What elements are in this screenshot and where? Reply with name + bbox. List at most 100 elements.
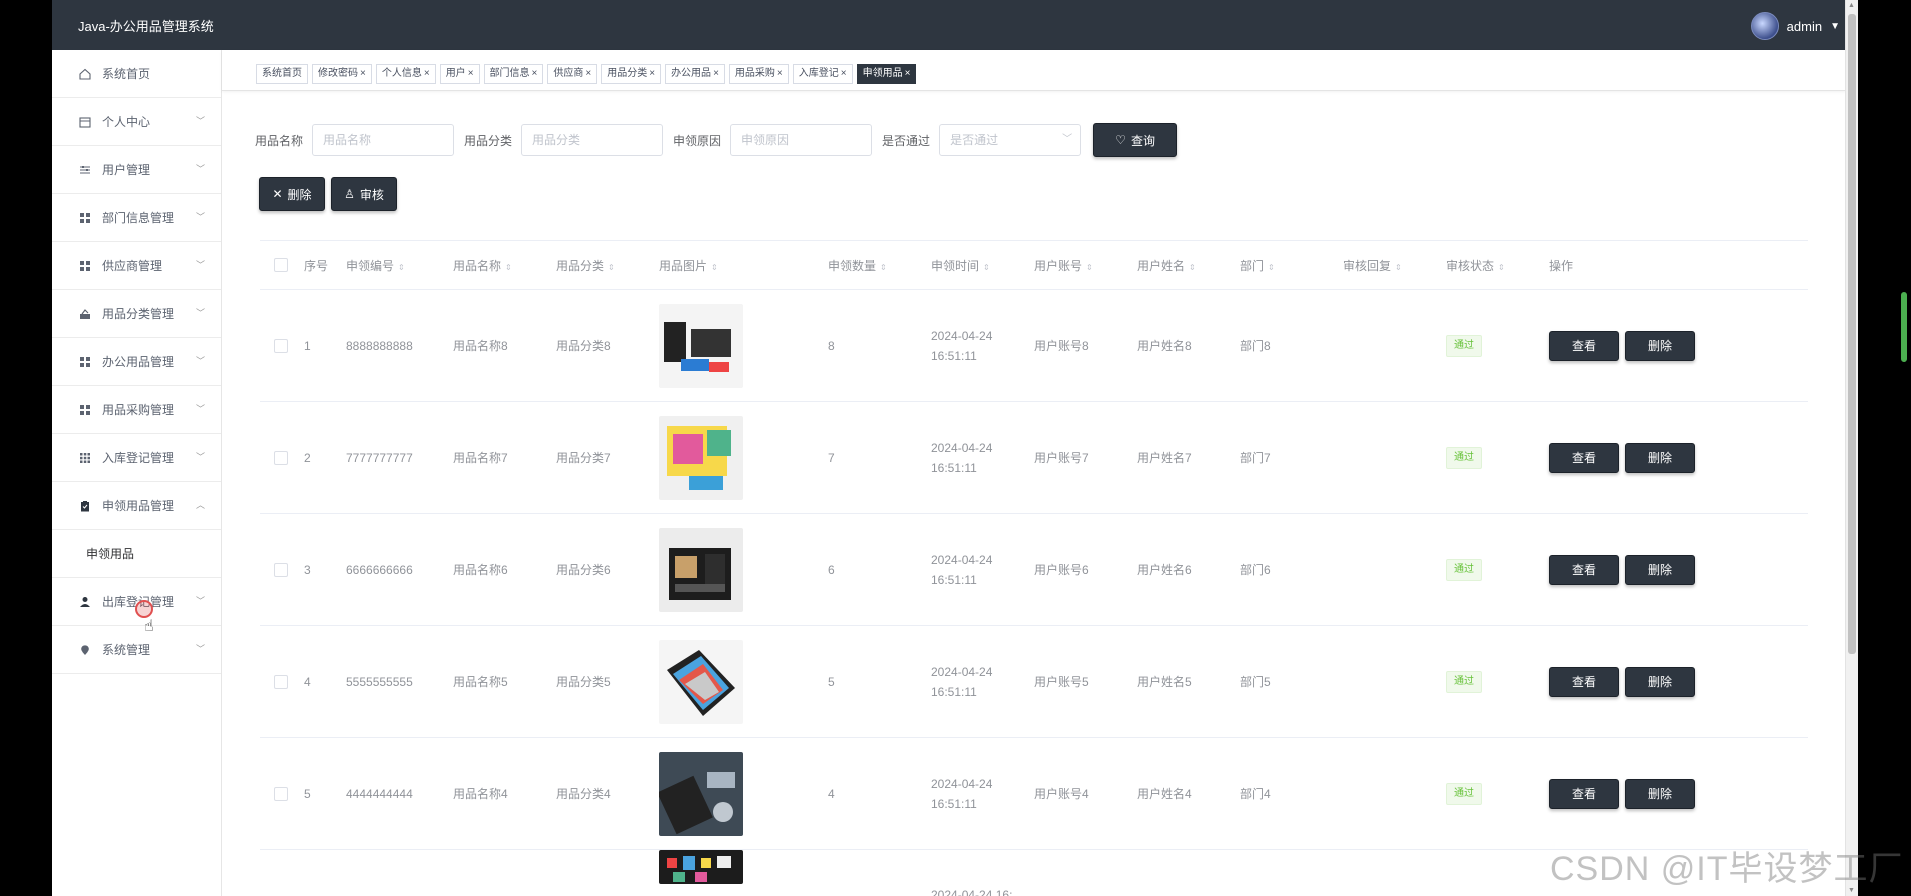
- close-icon[interactable]: ×: [468, 68, 474, 79]
- sort-icon[interactable]: ⇕: [1189, 263, 1196, 272]
- category-input[interactable]: 用品分类: [521, 124, 664, 156]
- header-account[interactable]: 用户账号 ⇕: [1034, 257, 1137, 274]
- sort-icon[interactable]: ⇕: [505, 263, 512, 272]
- tab-tag[interactable]: 部门信息 ×: [483, 64, 544, 84]
- close-icon[interactable]: ×: [649, 68, 655, 79]
- table-row: 3 6666666666 用品名称6 用品分类6 6 2024-04-24 16:51:1…: [260, 514, 1808, 626]
- reason-input[interactable]: 申领原因: [730, 124, 873, 156]
- tab-tag[interactable]: 入库登记 ×: [792, 64, 853, 84]
- sort-icon[interactable]: ⇕: [983, 263, 990, 272]
- view-button[interactable]: 查看: [1549, 778, 1619, 809]
- cell-name: 用品名称7: [453, 451, 508, 465]
- cell-code: 6666666666: [346, 562, 413, 577]
- scroll-up-icon[interactable]: ▲: [1848, 2, 1855, 9]
- cell-code: 8888888888: [346, 338, 413, 353]
- header-category[interactable]: 用品分类 ⇕: [556, 257, 659, 274]
- submenu-item-apply[interactable]: 申领用品: [52, 530, 221, 578]
- header-label: 用户账号: [1034, 258, 1083, 273]
- query-button-label: 查询: [1130, 133, 1155, 148]
- view-button[interactable]: 查看: [1549, 330, 1619, 361]
- sidebar-item[interactable]: 用户管理 ﹀: [52, 146, 221, 194]
- sidebar-item[interactable]: 供应商管理 ﹀: [52, 242, 221, 290]
- name-input[interactable]: 用品名称: [312, 124, 455, 156]
- sort-icon[interactable]: ⇕: [1395, 263, 1402, 272]
- header-code[interactable]: 申领编号 ⇕: [346, 257, 453, 274]
- delete-button[interactable]: 删除: [1625, 666, 1695, 697]
- tab-tag[interactable]: 系统首页: [256, 64, 308, 84]
- page-scrollbar[interactable]: ▲ ▼: [1845, 0, 1858, 896]
- view-button[interactable]: 查看: [1549, 442, 1619, 473]
- cell-seq: 4: [304, 674, 311, 689]
- header-user[interactable]: 用户姓名 ⇕: [1137, 257, 1240, 274]
- sidebar-item-label: 入库登记管理: [102, 451, 175, 465]
- view-button[interactable]: 查看: [1549, 666, 1619, 697]
- sidebar-item-label: 用户管理: [102, 163, 151, 177]
- pass-select[interactable]: 是否通过 ﹀: [939, 124, 1082, 156]
- sort-icon[interactable]: ⇕: [1268, 263, 1275, 272]
- user-menu[interactable]: admin ▼: [1750, 12, 1840, 40]
- sort-icon[interactable]: ⇕: [1498, 263, 1505, 272]
- cell-time: 2024-04-24 16:51:11: [931, 774, 1034, 814]
- sidebar-item[interactable]: 申领用品管理 ︿: [52, 482, 221, 530]
- batch-delete-button[interactable]: ✕ 删除: [259, 177, 325, 211]
- sidebar-item[interactable]: 系统首页: [52, 50, 221, 98]
- cell-dept: 部门8: [1240, 339, 1271, 353]
- chart-icon: [78, 307, 92, 321]
- row-checkbox[interactable]: [274, 674, 288, 689]
- row-checkbox[interactable]: [274, 450, 288, 465]
- header-qty[interactable]: 申领数量 ⇕: [828, 257, 931, 274]
- delete-button[interactable]: 删除: [1625, 330, 1695, 361]
- sidebar-item[interactable]: 入库登记管理 ﹀: [52, 434, 221, 482]
- delete-button[interactable]: 删除: [1625, 554, 1695, 585]
- status-badge: 通过: [1446, 446, 1482, 469]
- sort-icon[interactable]: ⇕: [880, 263, 887, 272]
- tab-tag[interactable]: 用户 ×: [439, 64, 480, 84]
- tab-tag[interactable]: 供应商 ×: [547, 64, 598, 84]
- main-content: 系统首页 修改密码 × 个人信息 × 用户 × 部门信息 × 供应商 × 用品分类 × 办公用品 × 用品采购…: [222, 50, 1846, 896]
- header-dept[interactable]: 部门 ⇕: [1240, 257, 1343, 274]
- tab-tag[interactable]: 个人信息 ×: [375, 64, 436, 84]
- sidebar-item[interactable]: 个人中心 ﹀: [52, 98, 221, 146]
- sidebar-item[interactable]: 用品分类管理 ﹀: [52, 290, 221, 338]
- select-all-checkbox[interactable]: [274, 258, 288, 272]
- tab-tag[interactable]: 用品分类 ×: [601, 64, 662, 84]
- audit-button[interactable]: ♙ 审核: [331, 177, 397, 211]
- sort-icon[interactable]: ⇕: [1086, 263, 1093, 272]
- tab-tag[interactable]: 申领用品 ×: [856, 64, 917, 84]
- row-checkbox[interactable]: [274, 338, 288, 353]
- row-checkbox[interactable]: [274, 562, 288, 577]
- header-reply[interactable]: 审核回复 ⇕: [1343, 257, 1446, 274]
- close-icon[interactable]: ×: [777, 68, 783, 79]
- close-icon[interactable]: ×: [424, 68, 430, 79]
- sort-icon[interactable]: ⇕: [608, 263, 615, 272]
- close-icon[interactable]: ×: [905, 68, 911, 79]
- tab-tag[interactable]: 办公用品 ×: [665, 64, 725, 84]
- header-status[interactable]: 审核状态 ⇕: [1446, 257, 1549, 274]
- tab-tag[interactable]: 用品采购 ×: [728, 64, 789, 84]
- header-name[interactable]: 用品名称 ⇕: [453, 257, 556, 274]
- view-button[interactable]: 查看: [1549, 554, 1619, 585]
- close-icon[interactable]: ×: [585, 68, 591, 79]
- header-time[interactable]: 申领时间 ⇕: [931, 257, 1034, 274]
- sidebar-item[interactable]: 办公用品管理 ﹀: [52, 338, 221, 386]
- delete-button[interactable]: 删除: [1625, 778, 1695, 809]
- close-icon[interactable]: ×: [713, 68, 719, 79]
- header-image[interactable]: 用品图片 ⇕: [659, 257, 828, 274]
- close-icon[interactable]: ×: [532, 68, 538, 79]
- cell-user: 用户姓名7: [1137, 451, 1192, 465]
- tab-tag[interactable]: 修改密码 ×: [312, 64, 372, 84]
- sort-icon[interactable]: ⇕: [711, 263, 718, 272]
- close-icon[interactable]: ×: [841, 68, 847, 79]
- scroll-thumb[interactable]: [1848, 14, 1856, 654]
- sort-icon[interactable]: ⇕: [398, 263, 405, 272]
- close-icon[interactable]: ×: [360, 68, 366, 79]
- row-checkbox[interactable]: [274, 786, 288, 801]
- query-button[interactable]: ♡ 查询: [1093, 123, 1178, 157]
- sidebar-item[interactable]: 系统管理 ﹀: [52, 626, 221, 674]
- cell-ops: 查看 删除: [1549, 442, 1709, 473]
- sidebar-item[interactable]: 用品采购管理 ﹀: [52, 386, 221, 434]
- delete-button[interactable]: 删除: [1625, 442, 1695, 473]
- cell-image: [659, 303, 828, 388]
- sidebar-item[interactable]: 部门信息管理 ﹀: [52, 194, 221, 242]
- header-ops: 操作: [1549, 257, 1709, 274]
